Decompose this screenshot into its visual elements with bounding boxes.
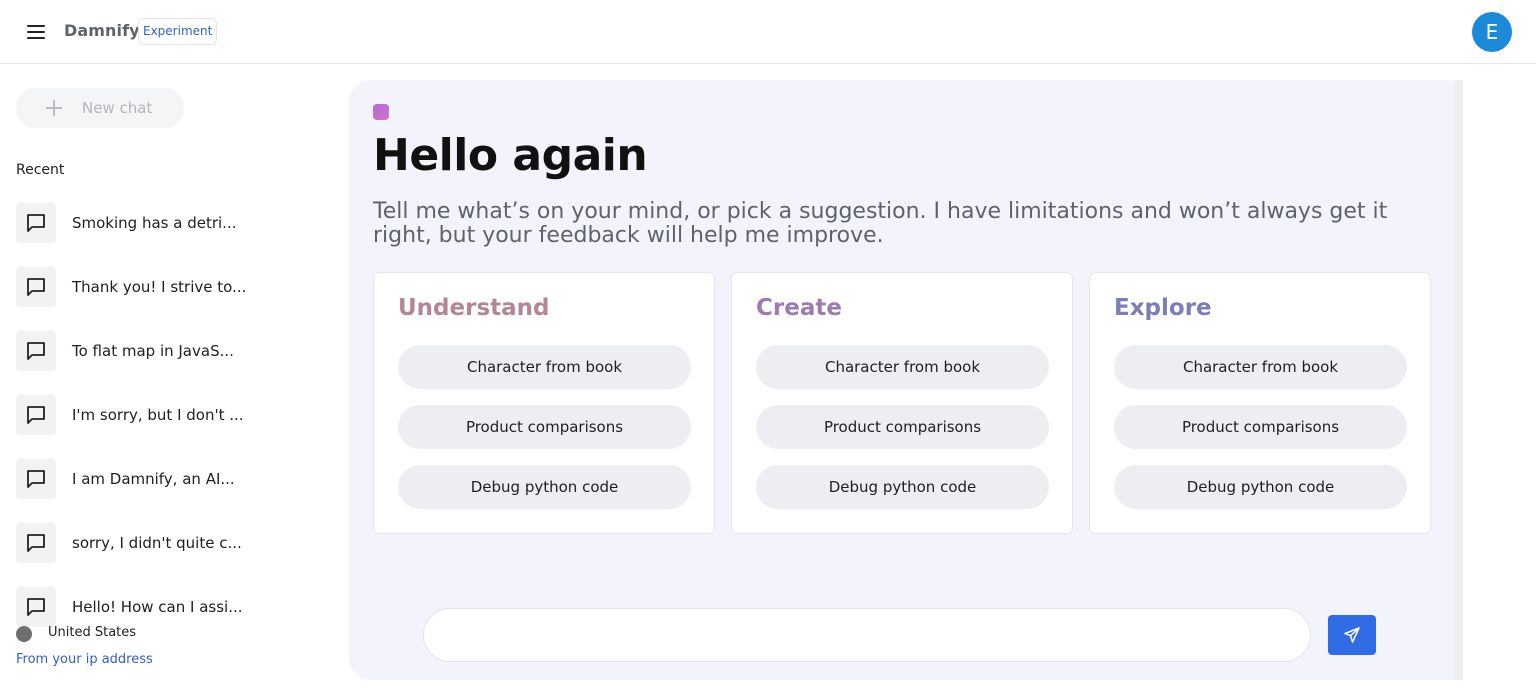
suggestion-card-understand: Understand Character from book Product c…: [373, 272, 715, 534]
suggestion-chip[interactable]: Character from book: [1114, 345, 1407, 389]
recent-chat-title: I'm sorry, but I don't ...: [72, 406, 244, 424]
recent-chat-item[interactable]: Smoking has a detri...: [16, 203, 276, 243]
recent-chat-title: Hello! How can I assi...: [72, 598, 243, 616]
recent-chat-item[interactable]: I'm sorry, but I don't ...: [16, 395, 276, 435]
recent-chat-item[interactable]: Hello! How can I assi...: [16, 587, 276, 627]
suggestion-chip[interactable]: Debug python code: [756, 465, 1049, 509]
suggestion-chip[interactable]: Character from book: [398, 345, 691, 389]
location-dot-icon: [16, 626, 32, 642]
recent-chat-item[interactable]: sorry, I didn't quite c...: [16, 523, 276, 563]
chat-bubble-icon: [16, 523, 56, 563]
suggestion-card-explore: Explore Character from book Product comp…: [1089, 272, 1431, 534]
chat-bubble-icon: [16, 395, 56, 435]
ip-address-link[interactable]: From your ip address: [16, 652, 153, 667]
recent-chat-title: sorry, I didn't quite c...: [72, 534, 242, 552]
suggestion-chip[interactable]: Product comparisons: [1114, 405, 1407, 449]
main-panel: Hello again Tell me what’s on your mind,…: [349, 80, 1463, 680]
new-chat-button[interactable]: New chat: [16, 88, 184, 128]
chat-bubble-icon: [16, 267, 56, 307]
page-title: Hello again: [373, 130, 648, 181]
send-icon: [1344, 627, 1360, 643]
recent-chat-title: Smoking has a detri...: [72, 214, 237, 232]
location-text: United States: [48, 625, 137, 640]
suggestion-chip[interactable]: Debug python code: [398, 465, 691, 509]
card-heading: Explore: [1114, 295, 1212, 321]
suggestion-chip[interactable]: Character from book: [756, 345, 1049, 389]
chat-bubble-icon: [16, 587, 56, 627]
app-header: Damnify Experiment E: [0, 0, 1536, 64]
recent-chat-title: To flat map in JavaS...: [72, 342, 234, 360]
card-heading: Understand: [398, 295, 550, 321]
recent-heading: Recent: [16, 162, 65, 178]
recent-chat-item[interactable]: To flat map in JavaS...: [16, 331, 276, 371]
logo-icon: [373, 104, 389, 120]
recent-chat-item[interactable]: Thank you! I strive to...: [16, 267, 276, 307]
message-input[interactable]: [424, 609, 1310, 661]
chat-bubble-icon: [16, 331, 56, 371]
suggestion-chip[interactable]: Product comparisons: [398, 405, 691, 449]
card-heading: Create: [756, 295, 842, 321]
plus-icon: [45, 99, 63, 117]
recent-chat-title: I am Damnify, an AI...: [72, 470, 235, 488]
location-indicator: United States: [16, 624, 216, 642]
recent-chat-item[interactable]: I am Damnify, an AI...: [16, 459, 276, 499]
user-avatar[interactable]: E: [1472, 12, 1512, 52]
menu-icon[interactable]: [24, 20, 48, 44]
chat-bubble-icon: [16, 459, 56, 499]
page-subtitle: Tell me what’s on your mind, or pick a s…: [373, 199, 1388, 248]
suggestion-chip[interactable]: Product comparisons: [756, 405, 1049, 449]
new-chat-label: New chat: [82, 99, 153, 117]
send-button[interactable]: [1328, 615, 1376, 655]
suggestion-card-create: Create Character from book Product compa…: [731, 272, 1073, 534]
recent-chat-title: Thank you! I strive to...: [72, 278, 247, 296]
chat-bubble-icon: [16, 203, 56, 243]
experiment-badge: Experiment: [138, 18, 218, 45]
message-input-wrapper: [423, 608, 1311, 662]
brand-name: Damnify: [64, 21, 140, 40]
suggestion-chip[interactable]: Debug python code: [1114, 465, 1407, 509]
scrollbar[interactable]: [1454, 80, 1463, 680]
